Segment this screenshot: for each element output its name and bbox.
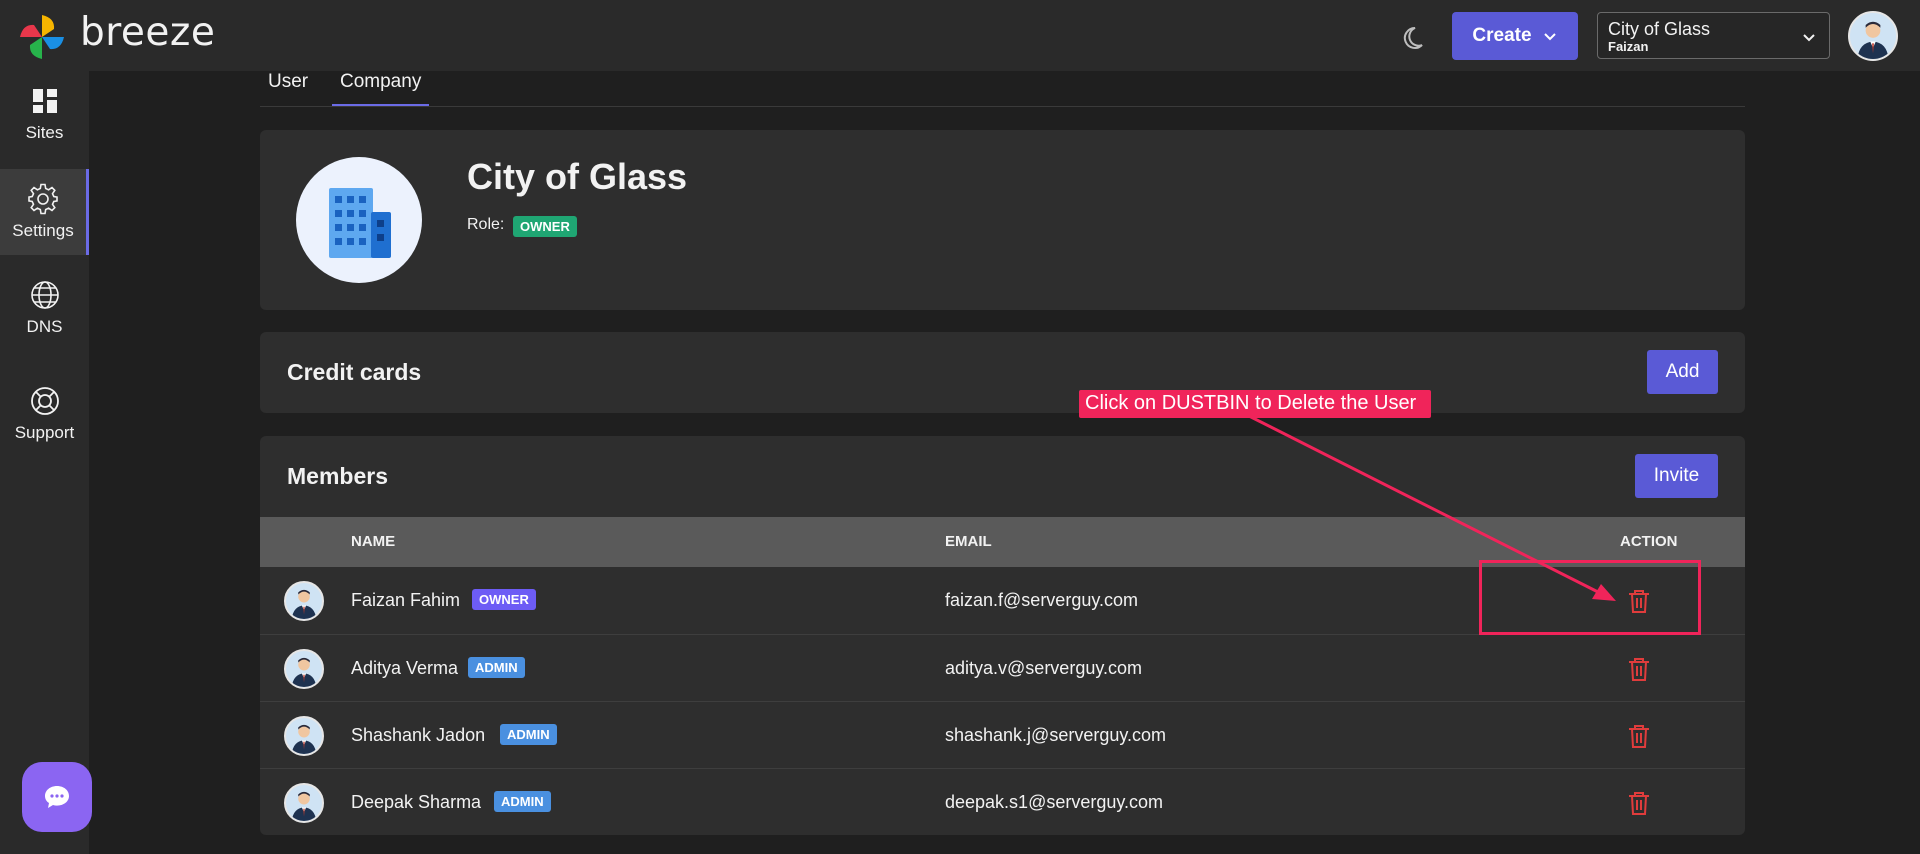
sidebar-item-label: Support	[14, 423, 75, 442]
table-row: Aditya Verma ADMIN aditya.v@serverguy.co…	[260, 634, 1745, 701]
members-title: Members	[287, 463, 388, 489]
member-email: faizan.f@serverguy.com	[945, 590, 1139, 610]
breeze-logo-icon[interactable]	[17, 12, 67, 62]
members-card: Members Invite NAME EMAIL ACTION Faizan …	[260, 436, 1745, 835]
chevron-down-icon	[1803, 34, 1815, 42]
column-header-name: NAME	[351, 533, 396, 550]
invite-button[interactable]: Invite	[1635, 454, 1718, 498]
member-name: Deepak Sharma	[351, 792, 482, 812]
chevron-down-icon	[1543, 33, 1556, 41]
lifebuoy-icon	[30, 387, 59, 415]
credit-cards-card: Credit cards Add	[260, 332, 1745, 413]
column-header-email: EMAIL	[945, 533, 992, 550]
add-credit-card-button[interactable]: Add	[1647, 350, 1718, 394]
table-row: Deepak Sharma ADMIN deepak.s1@serverguy.…	[260, 768, 1745, 835]
credit-cards-title: Credit cards	[287, 359, 422, 385]
settings-tabs: User Company	[260, 71, 1745, 107]
sidebar-item-label: Settings	[12, 221, 74, 240]
member-role-badge: OWNER	[472, 589, 536, 610]
company-select-user: Faizan	[1608, 39, 1649, 54]
column-header-action: ACTION	[1620, 533, 1678, 550]
sidebar-item-dns[interactable]: DNS	[0, 265, 89, 351]
sidebar: Sites Settings DNS Support	[0, 71, 89, 854]
trash-icon[interactable]	[1625, 789, 1653, 817]
member-avatar	[284, 783, 324, 823]
person-avatar-icon	[291, 791, 317, 821]
member-avatar	[284, 581, 324, 621]
table-row: Shashank Jadon ADMIN shashank.j@servergu…	[260, 701, 1745, 768]
person-avatar-icon	[1857, 21, 1889, 59]
person-avatar-icon	[291, 724, 317, 754]
company-card: City of Glass Role: OWNER	[260, 130, 1745, 310]
create-button[interactable]: Create	[1452, 12, 1578, 60]
sites-grid-icon	[32, 89, 57, 113]
sidebar-item-sites[interactable]: Sites	[0, 71, 89, 157]
chat-bubble-icon	[45, 786, 69, 808]
sidebar-item-label: Sites	[25, 123, 64, 142]
member-name: Faizan Fahim	[351, 590, 461, 610]
trash-icon[interactable]	[1625, 655, 1653, 683]
member-role-badge: ADMIN	[468, 657, 525, 678]
member-email: aditya.v@serverguy.com	[945, 658, 1143, 678]
member-avatar	[284, 649, 324, 689]
gear-icon	[28, 183, 58, 215]
member-email: deepak.s1@serverguy.com	[945, 792, 1164, 812]
tab-user[interactable]: User	[260, 71, 316, 106]
company-select-name: City of Glass	[1608, 19, 1711, 39]
member-name: Shashank Jadon	[351, 725, 486, 745]
company-select[interactable]: City of Glass Faizan	[1597, 12, 1830, 59]
brand-name[interactable]: breeze	[80, 10, 215, 55]
member-name: Aditya Verma	[351, 658, 459, 678]
person-avatar-icon	[291, 657, 317, 687]
member-role-badge: ADMIN	[500, 724, 557, 745]
building-icon	[329, 188, 391, 258]
role-badge: OWNER	[513, 216, 577, 237]
tab-company[interactable]: Company	[332, 71, 430, 106]
member-role-badge: ADMIN	[494, 791, 551, 812]
user-avatar[interactable]	[1848, 11, 1898, 61]
create-button-label: Create	[1472, 25, 1532, 46]
sidebar-item-support[interactable]: Support	[0, 371, 89, 457]
company-name: City of Glass	[467, 156, 688, 197]
globe-icon	[30, 281, 59, 309]
company-logo	[296, 157, 422, 283]
annotation-highlight-box	[1479, 560, 1701, 635]
chat-button[interactable]	[22, 762, 92, 832]
member-avatar	[284, 716, 324, 756]
sidebar-item-label: DNS	[26, 317, 63, 336]
role-label: Role:	[467, 216, 505, 233]
person-avatar-icon	[291, 589, 317, 619]
sidebar-item-settings[interactable]: Settings	[0, 169, 89, 255]
member-email: shashank.j@serverguy.com	[945, 725, 1167, 745]
top-bar: breeze Create City of Glass Faizan	[0, 0, 1920, 71]
trash-icon[interactable]	[1625, 722, 1653, 750]
moon-icon[interactable]	[1403, 23, 1431, 51]
annotation-label: Click on DUSTBIN to Delete the User	[1079, 390, 1432, 418]
